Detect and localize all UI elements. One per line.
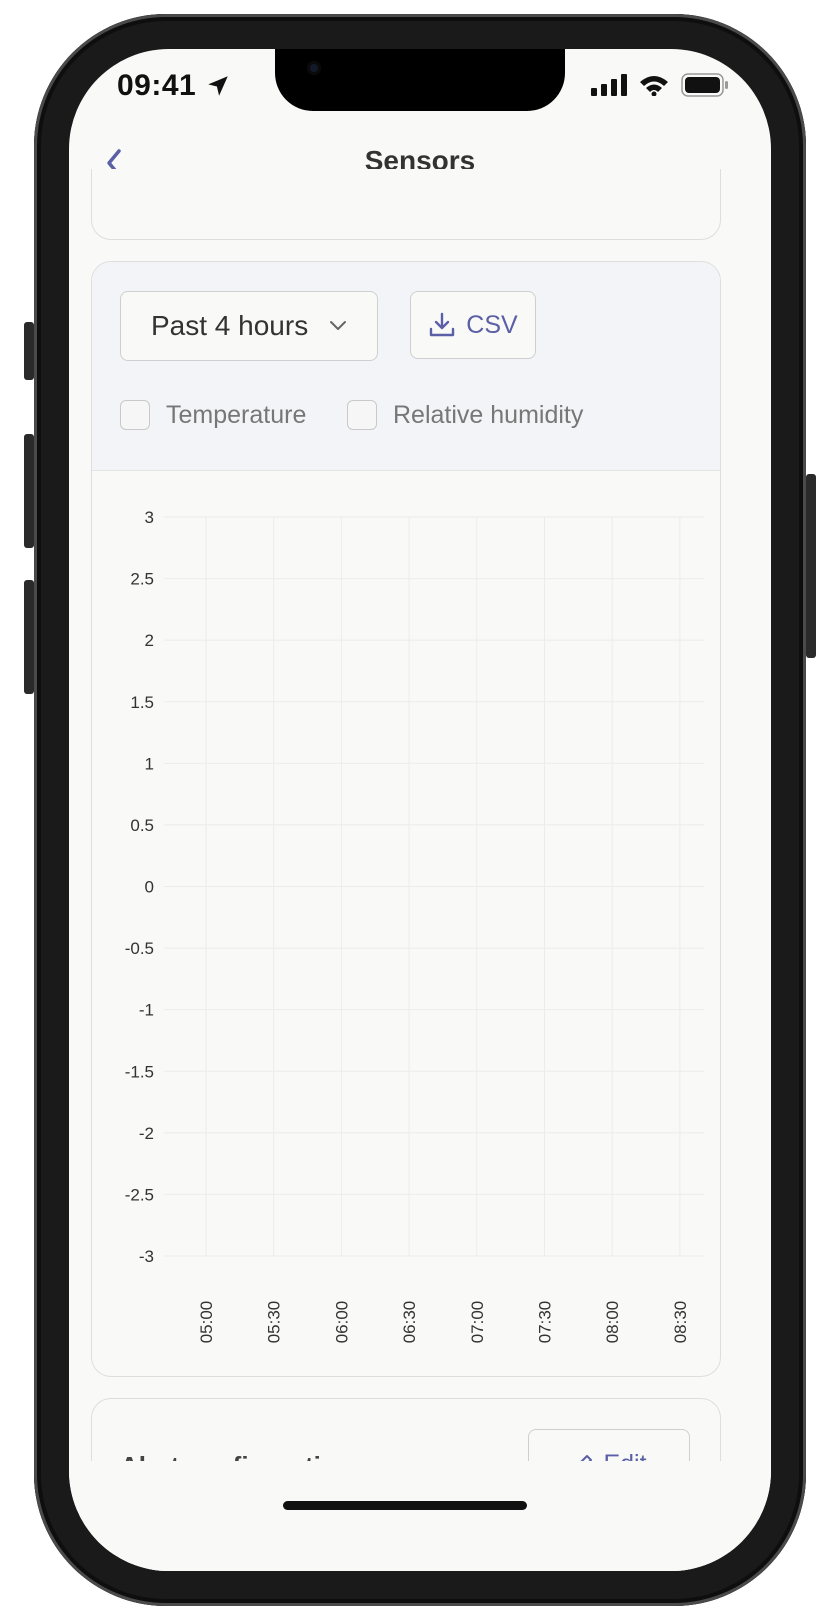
volume-down-button — [24, 580, 34, 694]
time-range-value: Past 4 hours — [151, 310, 309, 341]
screen-bottom — [69, 1461, 771, 1571]
wifi-icon — [640, 76, 668, 96]
status-time: 09:41 — [117, 69, 197, 102]
chart-card: Past 4 hours CSV Temperature Relative hu… — [91, 261, 721, 1377]
x-tick-label: 06:30 — [400, 1301, 419, 1344]
y-tick-label: -1.5 — [125, 1062, 154, 1081]
front-camera — [307, 61, 321, 75]
y-tick-label: 1 — [145, 754, 154, 773]
y-tick-label: -3 — [139, 1247, 154, 1266]
x-tick-label: 05:00 — [197, 1301, 216, 1344]
temperature-toggle[interactable]: Temperature — [120, 400, 306, 430]
mute-switch — [24, 322, 34, 380]
temperature-checkbox[interactable] — [120, 400, 150, 430]
humidity-toggle[interactable]: Relative humidity — [347, 400, 583, 430]
home-indicator — [283, 1501, 527, 1510]
sensor-chart: 3 2.5 2 1.5 1 0.5 0 -0.5 -1 -1.5 -2 -2.5 -3 05:00 05:… — [125, 508, 704, 1344]
y-tick-label: 0.5 — [130, 816, 154, 835]
x-tick-label: 07:00 — [468, 1301, 487, 1344]
chart-controls: Past 4 hours CSV Temperature Relative hu… — [92, 262, 720, 471]
y-tick-label: -2.5 — [125, 1185, 154, 1204]
screen: 09:41 Sensors Past 4 hours CSV Temperatu… — [69, 49, 771, 1571]
time-range-select[interactable]: Past 4 hours — [120, 291, 378, 361]
y-tick-label: 1.5 — [130, 693, 154, 712]
x-tick-label: 06:00 — [332, 1301, 351, 1344]
notch — [275, 49, 565, 111]
y-tick-label: -2 — [139, 1124, 154, 1143]
humidity-label: Relative humidity — [393, 400, 584, 429]
csv-label: CSV — [466, 310, 518, 339]
humidity-checkbox[interactable] — [347, 400, 377, 430]
chevron-down-icon — [330, 321, 346, 330]
download-csv-button[interactable]: CSV — [410, 291, 536, 359]
x-tick-label: 08:30 — [671, 1301, 690, 1344]
cellular-signal-icon — [591, 74, 627, 96]
power-button — [806, 474, 816, 658]
y-tick-label: 2 — [145, 631, 154, 650]
y-tick-label: 3 — [145, 508, 154, 527]
volume-up-button — [24, 434, 34, 548]
y-tick-label: 0 — [145, 878, 154, 897]
x-tick-label: 07:30 — [536, 1301, 555, 1344]
x-tick-label: 05:30 — [265, 1301, 284, 1344]
x-tick-label: 08:00 — [603, 1301, 622, 1344]
battery-icon — [681, 73, 728, 97]
location-arrow-icon — [208, 76, 228, 96]
status-icons — [591, 73, 729, 97]
y-tick-label: -1 — [139, 1001, 154, 1020]
y-tick-label: 2.5 — [130, 570, 154, 589]
sensor-info-card — [91, 169, 721, 240]
temperature-label: Temperature — [166, 400, 307, 429]
download-icon — [430, 312, 455, 337]
y-tick-label: -0.5 — [125, 939, 154, 958]
